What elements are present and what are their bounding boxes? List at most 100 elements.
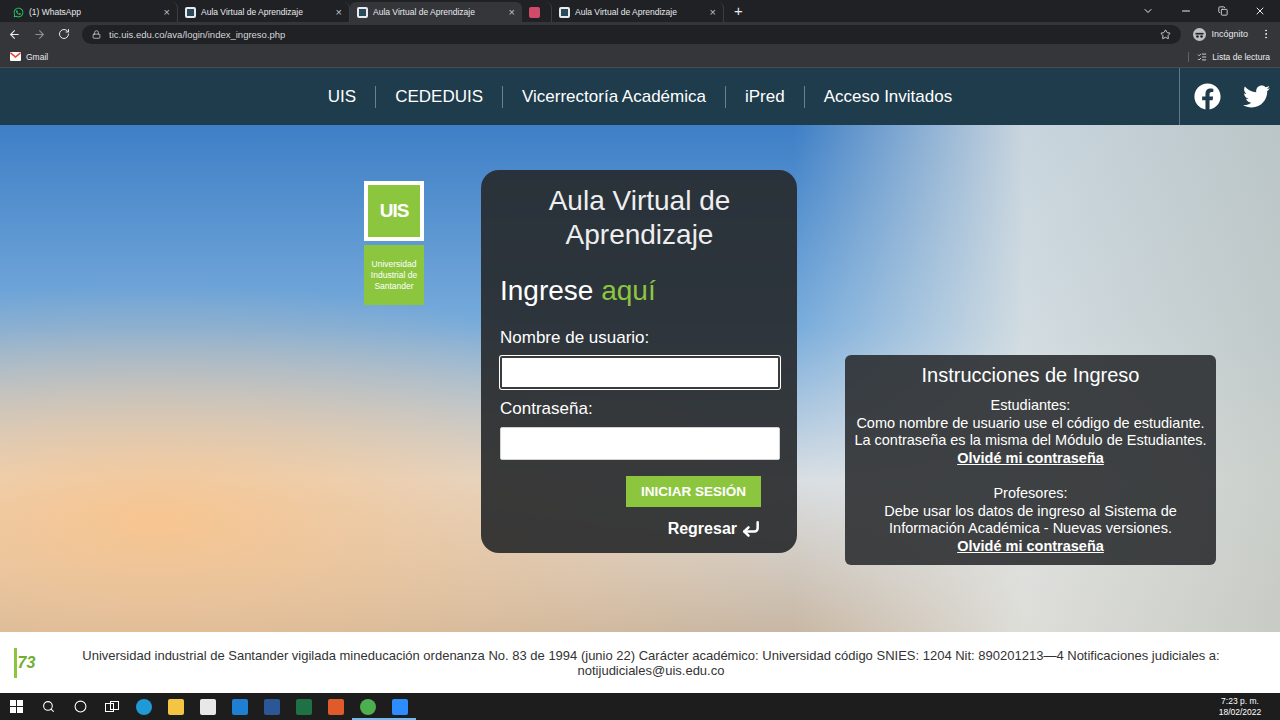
field-input[interactable] [500, 356, 780, 389]
menu-icon[interactable] [1260, 28, 1272, 40]
tab-search-icon[interactable] [1142, 5, 1154, 17]
gmail-icon [10, 52, 21, 61]
instructions-section: Estudiantes:Como nombre de usuario use e… [853, 397, 1208, 467]
login-field: Nombre de usuario: [500, 318, 779, 389]
reading-list-icon [1197, 52, 1207, 62]
taskbar-app[interactable] [384, 693, 416, 720]
login-field: Contraseña: [500, 389, 779, 460]
clock-date: 18/02/2022 [1219, 707, 1262, 718]
login-button[interactable]: INICIAR SESIÓN [626, 476, 761, 507]
nav-item[interactable]: UIS [309, 86, 375, 108]
login-heading-accent: aquí [601, 275, 656, 306]
search-icon [42, 700, 55, 713]
close-icon[interactable] [1254, 5, 1266, 17]
browser-tab[interactable]: Aula Virtual de Aprendizaje × [178, 2, 350, 22]
new-tab-button[interactable]: + [724, 2, 753, 21]
task-view-button[interactable] [96, 693, 128, 720]
nav-item[interactable]: Acceso Invitados [804, 86, 972, 108]
zoom-icon [392, 699, 408, 715]
ava-icon [185, 7, 196, 18]
lock-icon [92, 30, 101, 39]
nav-item[interactable]: Vicerrectoría Académica [502, 86, 725, 108]
windows-icon [10, 700, 23, 713]
search-button[interactable] [32, 693, 64, 720]
excel-icon [296, 699, 312, 715]
browser-toolbar: tic.uis.edu.co/ava/login/index_ingreso.p… [0, 22, 1280, 46]
instructions-section: Profesores:Debe usar los datos de ingres… [853, 485, 1208, 555]
reload-icon[interactable] [58, 28, 70, 40]
browser-tab[interactable] [522, 2, 552, 22]
instructions-title: Instrucciones de Ingreso [853, 364, 1208, 387]
facebook-icon[interactable] [1194, 83, 1221, 110]
taskbar-app[interactable] [256, 693, 288, 720]
clock-time: 7:23 p. m. [1221, 696, 1259, 707]
browser-tab[interactable]: Aula Virtual de Aprendizaje × [350, 2, 522, 22]
nav-menu: UISCEDEDUISVicerrectoría AcadémicaiPredA… [309, 86, 971, 108]
bookmarks-bar: Gmail Lista de lectura [0, 46, 1280, 68]
taskbar-app[interactable] [320, 693, 352, 720]
nav-item[interactable]: iPred [725, 86, 804, 108]
taskbar-app[interactable] [288, 693, 320, 720]
forward-icon[interactable] [33, 28, 46, 41]
site-nav: UISCEDEDUISVicerrectoría AcadémicaiPredA… [0, 68, 1280, 125]
incognito-label: Incógnito [1211, 29, 1248, 39]
instructions-panel: Instrucciones de Ingreso Estudiantes:Como… [845, 355, 1216, 565]
tab-close[interactable]: × [164, 7, 170, 18]
taskbar-app[interactable] [128, 693, 160, 720]
clock[interactable]: 7:23 p. m.18/02/2022 [1210, 693, 1280, 720]
section-heading: Profesores: [853, 485, 1208, 503]
tab-label: Aula Virtual de Aprendizaje [373, 7, 504, 17]
start-button[interactable] [0, 693, 32, 720]
back-label: Regresar [668, 520, 737, 538]
tab-label: Aula Virtual de Aprendizaje [575, 7, 705, 17]
taskbar-app[interactable] [224, 693, 256, 720]
field-label: Contraseña: [500, 399, 779, 419]
restore-icon[interactable] [1218, 6, 1228, 16]
tab-close[interactable]: × [509, 7, 515, 18]
reading-list[interactable]: Lista de lectura [1188, 52, 1270, 62]
university-logo: UISUniversidad Industrial de Santander [364, 181, 424, 305]
reading-list-label: Lista de lectura [1212, 52, 1270, 62]
bookmark-label: Gmail [26, 52, 48, 62]
field-input[interactable] [500, 427, 780, 460]
task-view-icon [105, 701, 119, 713]
tab-bar: (1) WhatsApp×Aula Virtual de Aprendizaje… [0, 0, 1280, 22]
section-text: Como nombre de usuario use el código de … [853, 415, 1208, 450]
whatsapp-icon [13, 7, 24, 18]
nav-item[interactable]: CEDEDUIS [375, 86, 502, 108]
back-link[interactable]: Regresar [668, 519, 761, 539]
ava-icon [357, 7, 368, 18]
bookmark[interactable]: Gmail [10, 52, 48, 62]
forgot-password-link[interactable]: Olvidé mi contraseña [853, 538, 1208, 556]
word-icon [264, 699, 280, 715]
login-card: Aula Virtual de AprendizajeIngrese aquíN… [481, 170, 797, 553]
store-icon [200, 699, 216, 715]
anniversary-logo: 73 [14, 648, 36, 678]
tab-label: Aula Virtual de Aprendizaje [201, 7, 331, 17]
taskbar-app[interactable] [192, 693, 224, 720]
twitter-icon[interactable] [1243, 83, 1270, 110]
return-arrow-icon [741, 519, 761, 539]
browser-tab[interactable]: Aula Virtual de Aprendizaje × [552, 2, 724, 22]
forgot-password-link[interactable]: Olvidé mi contraseña [853, 450, 1208, 468]
browser-tab[interactable]: (1) WhatsApp× [6, 2, 178, 22]
address-bar[interactable]: tic.uis.edu.co/ava/login/index_ingreso.p… [82, 25, 1181, 44]
tab-close[interactable]: × [710, 7, 716, 18]
cortana-button[interactable] [64, 693, 96, 720]
bookmark-star-icon[interactable] [1160, 29, 1171, 40]
logo-mark-text: UIS [368, 185, 420, 237]
url-text: tic.uis.edu.co/ava/login/index_ingreso.p… [109, 29, 285, 40]
screen: (1) WhatsApp×Aula Virtual de Aprendizaje… [0, 0, 1280, 720]
back-icon[interactable] [8, 28, 21, 41]
minimize-icon[interactable] [1180, 5, 1192, 17]
mail-icon [232, 699, 248, 715]
logo-mark: UIS [364, 181, 424, 241]
social-links [1179, 68, 1280, 125]
taskbar-app[interactable] [160, 693, 192, 720]
taskbar-app[interactable] [352, 693, 384, 720]
presentation-icon [328, 699, 344, 715]
login-title: Aula Virtual de Aprendizaje [500, 184, 779, 252]
chrome-icon [360, 699, 376, 715]
tab-close[interactable]: × [336, 7, 342, 18]
incognito-badge[interactable]: Incógnito [1193, 28, 1248, 41]
